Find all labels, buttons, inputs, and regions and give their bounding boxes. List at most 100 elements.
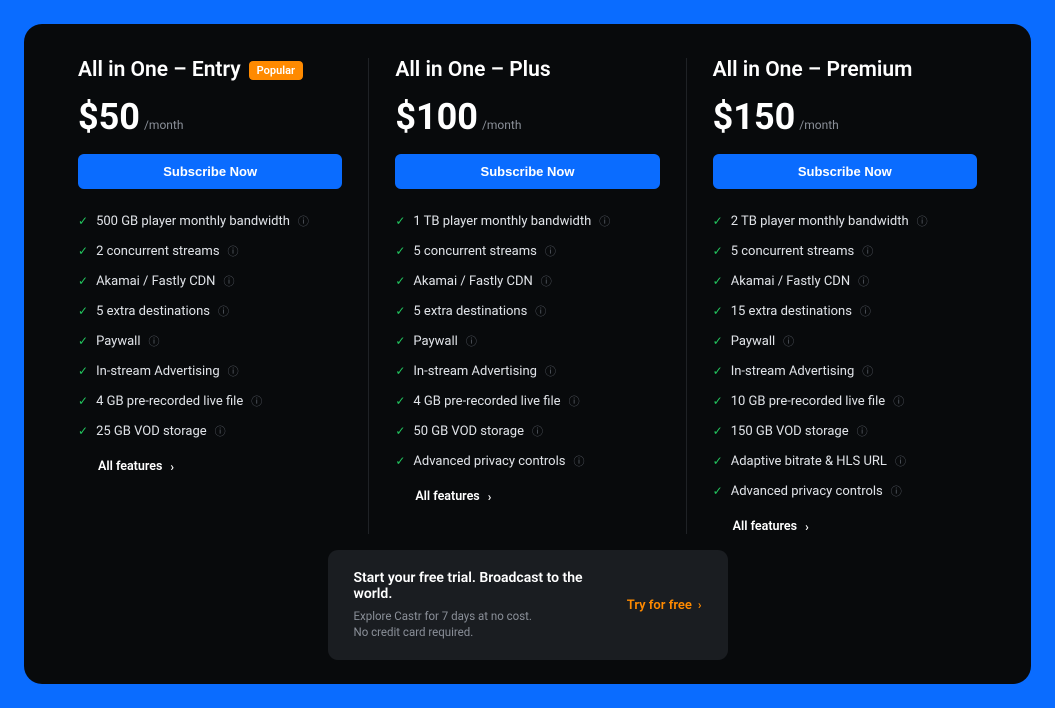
- info-icon[interactable]: ⓘ: [541, 273, 552, 289]
- info-icon[interactable]: ⓘ: [535, 303, 546, 319]
- plan-plus: All in One – Plus $100 /month Subscribe …: [368, 58, 685, 534]
- plan-title-row: All in One – Entry Popular: [78, 58, 342, 82]
- feature-item: ✓Advanced privacy controlsⓘ: [395, 453, 659, 469]
- info-icon[interactable]: ⓘ: [891, 483, 902, 499]
- check-icon: ✓: [713, 215, 723, 227]
- feature-item: ✓In-stream Advertisingⓘ: [395, 363, 659, 379]
- info-icon[interactable]: ⓘ: [228, 363, 239, 379]
- feature-item: ✓25 GB VOD storageⓘ: [78, 423, 342, 439]
- feature-item: ✓4 GB pre-recorded live fileⓘ: [395, 393, 659, 409]
- plans-row: All in One – Entry Popular $50 /month Su…: [52, 58, 1003, 534]
- feature-text: 5 extra destinations: [96, 304, 210, 319]
- feature-text: Paywall: [96, 334, 140, 349]
- pricing-panel: All in One – Entry Popular $50 /month Su…: [24, 24, 1031, 684]
- info-icon[interactable]: ⓘ: [917, 213, 928, 229]
- feature-item: ✓ Paywall ⓘ: [395, 333, 659, 349]
- check-icon: ✓: [713, 275, 723, 287]
- check-icon: ✓: [395, 425, 405, 437]
- feature-text: 25 GB VOD storage: [96, 424, 207, 439]
- all-features-link[interactable]: All features ›: [78, 459, 342, 474]
- check-icon: ✓: [395, 305, 405, 317]
- feature-text: Paywall: [413, 334, 457, 349]
- chevron-right-icon: ›: [698, 599, 702, 611]
- feature-list: ✓ 500 GB player monthly bandwidth ⓘ ✓2 con…: [78, 213, 342, 439]
- feature-text: Adaptive bitrate & HLS URL: [731, 454, 887, 469]
- info-icon[interactable]: ⓘ: [860, 303, 871, 319]
- feature-list: ✓2 TB player monthly bandwidthⓘ ✓5 concu…: [713, 213, 977, 499]
- feature-text: 150 GB VOD storage: [731, 424, 849, 439]
- info-icon[interactable]: ⓘ: [298, 213, 309, 229]
- check-icon: ✓: [713, 425, 723, 437]
- info-icon[interactable]: ⓘ: [532, 423, 543, 439]
- info-icon[interactable]: ⓘ: [599, 213, 610, 229]
- feature-item: ✓2 concurrent streamsⓘ: [78, 243, 342, 259]
- check-icon: ✓: [78, 335, 88, 347]
- subscribe-button[interactable]: Subscribe Now: [713, 154, 977, 189]
- price-row: $150 /month: [713, 96, 977, 138]
- all-features-link[interactable]: All features ›: [395, 489, 659, 504]
- info-icon[interactable]: ⓘ: [545, 243, 556, 259]
- info-icon[interactable]: ⓘ: [545, 363, 556, 379]
- price-value: $150: [713, 96, 796, 138]
- feature-item: ✓15 extra destinationsⓘ: [713, 303, 977, 319]
- feature-item: ✓ 500 GB player monthly bandwidth ⓘ: [78, 213, 342, 229]
- plan-premium: All in One – Premium $150 /month Subscri…: [686, 58, 1003, 534]
- info-icon[interactable]: ⓘ: [857, 423, 868, 439]
- plan-title: All in One – Entry: [78, 58, 241, 82]
- feature-text: In-stream Advertising: [96, 364, 220, 379]
- all-features-link[interactable]: All features ›: [713, 519, 977, 534]
- check-icon: ✓: [395, 335, 405, 347]
- price-row: $100 /month: [395, 96, 659, 138]
- subscribe-button[interactable]: Subscribe Now: [78, 154, 342, 189]
- chevron-right-icon: ›: [805, 521, 809, 533]
- feature-text: 500 GB player monthly bandwidth: [96, 214, 290, 229]
- feature-text: 4 GB pre-recorded live file: [413, 394, 560, 409]
- check-icon: ✓: [713, 335, 723, 347]
- chevron-right-icon: ›: [488, 491, 492, 503]
- check-icon: ✓: [713, 455, 723, 467]
- info-icon[interactable]: ⓘ: [569, 393, 580, 409]
- price-value: $50: [78, 96, 140, 138]
- feature-item: ✓Akamai / Fastly CDNⓘ: [78, 273, 342, 289]
- plan-title: All in One – Premium: [713, 58, 913, 82]
- info-icon[interactable]: ⓘ: [573, 453, 584, 469]
- info-icon[interactable]: ⓘ: [895, 453, 906, 469]
- check-icon: ✓: [78, 215, 88, 227]
- info-icon[interactable]: ⓘ: [215, 423, 226, 439]
- info-icon[interactable]: ⓘ: [218, 303, 229, 319]
- info-icon[interactable]: ⓘ: [251, 393, 262, 409]
- feature-item: ✓ In-stream Advertising ⓘ: [78, 363, 342, 379]
- feature-item: ✓In-stream Advertisingⓘ: [713, 363, 977, 379]
- info-icon[interactable]: ⓘ: [466, 333, 477, 349]
- info-icon[interactable]: ⓘ: [148, 333, 159, 349]
- feature-item: ✓Akamai / Fastly CDNⓘ: [395, 273, 659, 289]
- info-icon[interactable]: ⓘ: [228, 243, 239, 259]
- all-features-label: All features: [415, 489, 479, 504]
- trial-sub-1: Explore Castr for 7 days at no cost.: [354, 608, 607, 624]
- info-icon[interactable]: ⓘ: [783, 333, 794, 349]
- info-icon[interactable]: ⓘ: [223, 273, 234, 289]
- subscribe-button[interactable]: Subscribe Now: [395, 154, 659, 189]
- check-icon: ✓: [78, 365, 88, 377]
- check-icon: ✓: [78, 395, 88, 407]
- info-icon[interactable]: ⓘ: [893, 393, 904, 409]
- check-icon: ✓: [395, 245, 405, 257]
- feature-text: 4 GB pre-recorded live file: [96, 394, 243, 409]
- feature-text: 5 extra destinations: [413, 304, 527, 319]
- trial-sub-2: No credit card required.: [354, 624, 607, 640]
- info-icon[interactable]: ⓘ: [862, 243, 873, 259]
- check-icon: ✓: [713, 365, 723, 377]
- info-icon[interactable]: ⓘ: [858, 273, 869, 289]
- plan-title-row: All in One – Plus: [395, 58, 659, 82]
- feature-text: Advanced privacy controls: [413, 454, 565, 469]
- feature-text: Akamai / Fastly CDN: [731, 274, 850, 289]
- feature-item: ✓5 extra destinationsⓘ: [78, 303, 342, 319]
- price-period: /month: [482, 118, 521, 132]
- feature-text: Paywall: [731, 334, 775, 349]
- try-for-free-link[interactable]: Try for free ›: [627, 598, 702, 613]
- all-features-label: All features: [98, 459, 162, 474]
- popular-badge: Popular: [249, 61, 303, 80]
- check-icon: ✓: [713, 305, 723, 317]
- check-icon: ✓: [78, 245, 88, 257]
- info-icon[interactable]: ⓘ: [862, 363, 873, 379]
